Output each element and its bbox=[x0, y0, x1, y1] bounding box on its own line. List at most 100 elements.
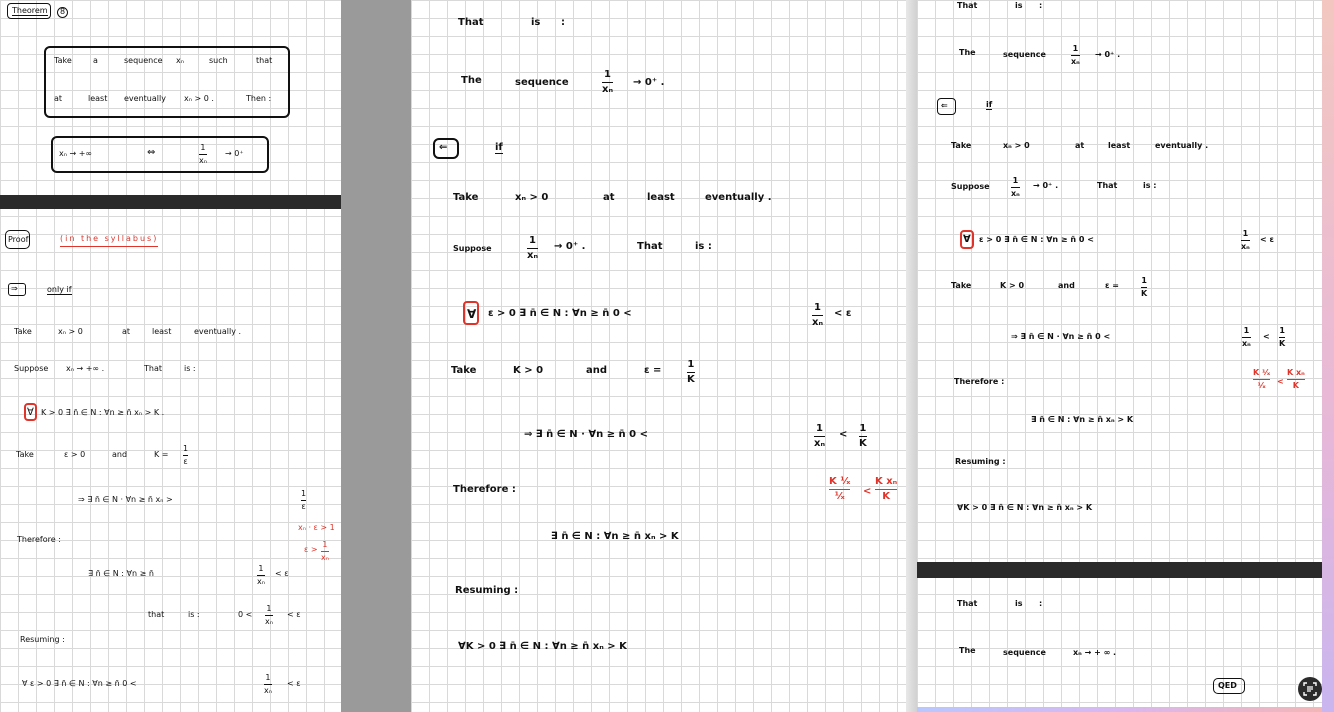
word: is bbox=[1015, 599, 1023, 608]
word: least bbox=[1108, 141, 1131, 150]
word: Take bbox=[16, 450, 34, 459]
fraction: 1 xₙ bbox=[264, 673, 272, 695]
red-fraction: K xₙ K bbox=[875, 476, 898, 502]
word: is : bbox=[695, 241, 712, 252]
word: is bbox=[1015, 1, 1023, 10]
word: and bbox=[112, 450, 128, 459]
theorem-label-box: Theorem bbox=[7, 3, 51, 19]
forall-symbol: ∀ bbox=[963, 234, 971, 245]
if-label: if bbox=[986, 100, 993, 110]
math-line: → 0⁺ . bbox=[554, 241, 586, 252]
middle-note-page[interactable]: That is : The sequence 1 xₙ → 0⁺ . ⇐ if T… bbox=[411, 0, 906, 712]
window-edge bbox=[1322, 0, 1334, 712]
if-arrow-box: ⇐ bbox=[937, 98, 956, 115]
fraction: 1K bbox=[1141, 276, 1148, 298]
math-line: ⇒ ∃ n̄ ∈ N · ∀n ≥ n̄ 0 < bbox=[1011, 332, 1111, 341]
word: That bbox=[957, 599, 978, 608]
qed-label: QED bbox=[1218, 681, 1237, 690]
word: eventually . bbox=[194, 327, 242, 336]
word: K > 0 bbox=[1000, 281, 1025, 290]
math-line: < ε bbox=[287, 610, 301, 619]
proof-label: Proof bbox=[8, 235, 29, 244]
math-line: ∀K > 0 ∃ n̄ ∈ N : ∀n ≥ n̄ xₙ > K bbox=[458, 641, 627, 652]
word: The bbox=[959, 48, 976, 57]
fraction: 1 xₙ bbox=[257, 564, 265, 586]
word: xₙ > 0 . bbox=[184, 94, 214, 103]
word: is : bbox=[1143, 181, 1157, 190]
fraction: 1 xₙ bbox=[1242, 326, 1251, 348]
word: sequence bbox=[1003, 648, 1046, 657]
scan-text-icon[interactable] bbox=[1298, 677, 1322, 701]
word: Take bbox=[451, 365, 477, 376]
only-if-label: only if bbox=[47, 285, 72, 295]
word: and bbox=[586, 365, 608, 376]
red-annotation: ε > bbox=[304, 545, 318, 554]
iff-arrow: ⇔ bbox=[147, 147, 156, 158]
math-line: < ε bbox=[834, 308, 852, 319]
word: sequence bbox=[515, 77, 569, 88]
therefore-label: Therefore : bbox=[17, 535, 61, 544]
math-line: < ε bbox=[275, 569, 289, 578]
word: ε = bbox=[644, 365, 662, 376]
math-line: K > 0 ∃ n̄ ∈ N : ∀n ≥ n̄ xₙ > K . bbox=[41, 408, 165, 417]
word: that bbox=[256, 56, 273, 65]
word: 0 < bbox=[238, 610, 253, 619]
math-line: xₙ → + ∞ . bbox=[1073, 648, 1117, 657]
forall-symbol: ∀ bbox=[27, 407, 34, 418]
word: That bbox=[1097, 181, 1118, 190]
theorem-statement-box: Take a sequence xₙ such that at least ev… bbox=[44, 46, 290, 118]
word: that bbox=[148, 610, 165, 619]
word: a bbox=[93, 56, 98, 65]
claim-lhs: xₙ → +∞ bbox=[59, 149, 93, 158]
red-fraction: K ¹⁄ₓ ¹⁄ₓ bbox=[1253, 368, 1271, 390]
math-line: ∃ n̄ ∈ N : ∀n ≥ n̄ xₙ > K bbox=[551, 531, 679, 542]
word: That bbox=[144, 364, 162, 373]
claim-fraction: 1 xₙ bbox=[199, 143, 207, 165]
theorem-label: Theorem bbox=[12, 6, 48, 16]
word: ε > 0 bbox=[64, 450, 86, 459]
math-line: ⇒ ∃ n̄ ∈ N · ∀n ≥ n̄ 0 < bbox=[524, 429, 648, 440]
red-fraction: 1 xₙ bbox=[321, 540, 329, 562]
red-fraction: K ¹⁄ₓ ¹⁄ₓ bbox=[829, 476, 851, 502]
word: : bbox=[1039, 1, 1043, 10]
left-note-page[interactable]: Theorem 8 Take a sequence xₙ such that a… bbox=[0, 0, 341, 712]
word: least bbox=[647, 192, 675, 203]
word: xₙ > 0 bbox=[58, 327, 83, 336]
word: xₙ bbox=[176, 56, 184, 65]
fraction: 1K bbox=[687, 359, 695, 385]
math-line: → 0⁺ . bbox=[1033, 181, 1059, 190]
math-line: ε > 0 ∃ n̄ ∈ N : ∀n ≥ n̄ 0 < bbox=[488, 308, 632, 319]
if-label: if bbox=[495, 142, 503, 154]
fraction: 1ε bbox=[301, 489, 307, 511]
word: xₙ > 0 bbox=[515, 192, 549, 203]
word: eventually . bbox=[705, 192, 772, 203]
therefore-label: Therefore : bbox=[954, 377, 1005, 386]
word: The bbox=[959, 646, 976, 655]
word: Suppose bbox=[453, 244, 492, 253]
word: at bbox=[122, 327, 131, 336]
math-line: ∀K > 0 ∃ n̄ ∈ N : ∀n ≥ n̄ xₙ > K bbox=[957, 503, 1093, 512]
word: Suppose bbox=[951, 182, 990, 191]
word: is : bbox=[184, 364, 196, 373]
math-line: ∃ n̄ ∈ N : ∀n ≥ n̄ xₙ > K bbox=[1031, 415, 1134, 424]
math-line: < ε bbox=[1260, 235, 1274, 244]
word: is : bbox=[188, 610, 200, 619]
fraction: 1 xₙ bbox=[1011, 176, 1020, 198]
right-note-page[interactable]: That is : The sequence 1 xₙ → 0⁺ . ⇐ if T… bbox=[917, 0, 1322, 712]
forall-red-box: ∀ bbox=[960, 230, 974, 249]
word: is bbox=[531, 17, 541, 28]
word: K = bbox=[154, 450, 169, 459]
math-line: < ε bbox=[287, 679, 301, 688]
fraction: 1 xₙ bbox=[265, 604, 273, 626]
word: Take bbox=[14, 327, 32, 336]
word: Then : bbox=[246, 94, 272, 103]
word: ε = bbox=[1105, 281, 1119, 290]
page-divider bbox=[0, 195, 341, 209]
math-line: → 0⁺ . bbox=[633, 77, 665, 88]
claim-rhs: → 0⁺ bbox=[225, 149, 244, 158]
word: Take bbox=[453, 192, 479, 203]
word: That bbox=[637, 241, 663, 252]
qed-box: QED bbox=[1213, 678, 1245, 694]
word: Suppose bbox=[14, 364, 49, 373]
theorem-number: 8 bbox=[60, 7, 66, 16]
